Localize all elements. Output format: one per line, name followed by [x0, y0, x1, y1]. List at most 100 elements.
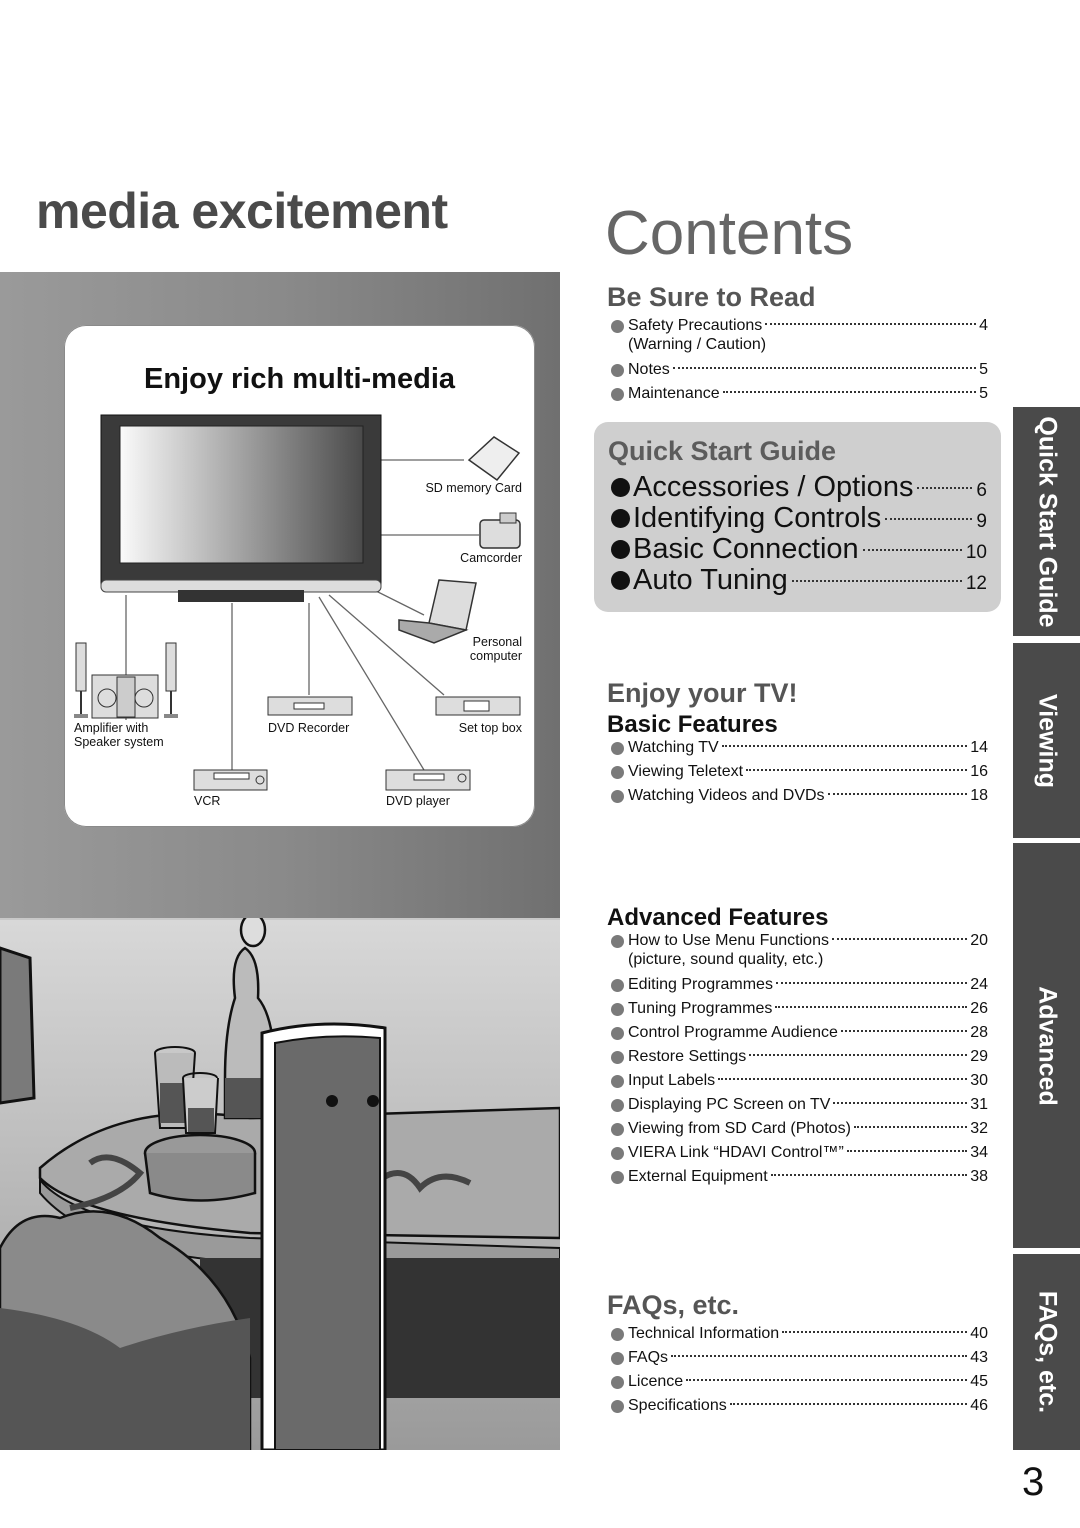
bullet-icon	[611, 978, 624, 992]
page-ref: 43	[970, 1349, 988, 1366]
page-headline: media excitement	[36, 183, 448, 239]
dot-leader	[749, 1054, 968, 1056]
device-label-amp-line2: Speaker system	[74, 735, 164, 749]
page-ref: 10	[965, 542, 987, 563]
page-ref: 38	[970, 1168, 988, 1185]
page-ref: 5	[979, 361, 988, 378]
toc-item[interactable]: Auto Tuning 12	[611, 565, 987, 596]
page-ref: 34	[970, 1144, 988, 1161]
toc-item[interactable]: Viewing from SD Card (Photos) 32	[611, 1117, 988, 1141]
toc-item[interactable]: Notes 5	[611, 358, 988, 382]
toc-item[interactable]: External Equipment 38	[611, 1165, 988, 1189]
bullet-icon	[611, 765, 624, 779]
dot-leader	[729, 1403, 968, 1405]
side-tab-faqs[interactable]: FAQs, etc.	[1013, 1254, 1080, 1450]
device-label-sd-card: SD memory Card	[425, 481, 522, 495]
bullet-icon	[611, 387, 624, 401]
toc-be-sure-to-read: Safety Precautions 4 (Warning / Caution) …	[611, 314, 988, 406]
dot-leader	[917, 487, 973, 489]
bullet-icon	[611, 789, 624, 803]
quick-start-box: Quick Start Guide Accessories / Options 6…	[594, 422, 1001, 612]
bullet-icon	[611, 1146, 624, 1160]
page-ref: 45	[970, 1373, 988, 1390]
laptop-icon	[398, 579, 477, 644]
side-tab-viewing[interactable]: Viewing	[1013, 643, 1080, 838]
toc-quick-start: Accessories / Options 6 Identifying Contr…	[611, 472, 987, 596]
page-ref: 40	[970, 1325, 988, 1342]
bullet-icon	[611, 363, 624, 377]
page-ref: 4	[979, 317, 988, 334]
page-ref: 29	[970, 1048, 988, 1065]
toc-item[interactable]: Displaying PC Screen on TV 31	[611, 1093, 988, 1117]
toc-item-continuation: (picture, sound quality, etc.)	[628, 951, 824, 968]
device-label-camcorder: Camcorder	[460, 551, 522, 565]
toc-item[interactable]: Licence 45	[611, 1370, 988, 1394]
toc-item[interactable]: VIERA Link “HDAVI Control™” 34	[611, 1141, 988, 1165]
multimedia-card: Enjoy rich multi-media SD memory Card Ca…	[64, 325, 535, 827]
device-label-amp-line1: Amplifier with	[74, 721, 149, 735]
page-ref: 28	[970, 1024, 988, 1041]
dot-leader	[846, 1150, 968, 1152]
toc-item[interactable]: Control Programme Audience 28	[611, 1021, 988, 1045]
dot-leader	[721, 745, 968, 747]
bullet-icon	[611, 509, 630, 528]
toc-item-continuation: (Warning / Caution)	[628, 336, 767, 353]
section-heading-quick-start: Quick Start Guide	[608, 436, 837, 466]
toc-advanced-features: How to Use Menu Functions 20 (picture, so…	[611, 929, 988, 1189]
toc-item[interactable]: Basic Connection 10	[611, 534, 987, 565]
side-tab-advanced[interactable]: Advanced	[1013, 843, 1080, 1248]
toc-item[interactable]: FAQs 43	[611, 1346, 988, 1370]
device-label-pc-line1: Personal	[472, 635, 522, 649]
toc-item[interactable]: Accessories / Options 6	[611, 472, 987, 503]
dot-leader	[840, 1030, 968, 1032]
dot-leader	[775, 1006, 968, 1008]
dot-leader	[782, 1331, 968, 1333]
dot-leader	[672, 367, 977, 369]
toc-item[interactable]: Tuning Programmes 26	[611, 997, 988, 1021]
page-ref: 12	[965, 573, 987, 594]
bullet-icon	[611, 319, 624, 333]
tv-icon	[100, 414, 382, 602]
toc-item[interactable]: Watching TV 14	[611, 736, 988, 760]
bullet-icon	[611, 1122, 624, 1136]
section-heading-enjoy-your-tv: Enjoy your TV!	[607, 678, 798, 708]
device-label-dvd-player: DVD player	[386, 794, 450, 808]
device-label-vcr: VCR	[194, 794, 221, 808]
dot-leader	[718, 1078, 968, 1080]
bullet-icon	[611, 741, 624, 755]
bullet-icon	[611, 1074, 624, 1088]
toc-item[interactable]: Editing Programmes 24	[611, 973, 988, 997]
toc-item[interactable]: Maintenance 5	[611, 382, 988, 406]
dot-leader	[765, 323, 977, 325]
dot-leader	[671, 1355, 968, 1357]
sd-card-icon	[467, 436, 521, 482]
toc-item[interactable]: Technical Information 40	[611, 1322, 988, 1346]
dot-leader	[827, 793, 968, 795]
toc-faqs: Technical Information 40 FAQs 43 Licence 45…	[611, 1322, 988, 1418]
toc-item[interactable]: Watching Videos and DVDs 18	[611, 784, 988, 808]
dot-leader	[775, 982, 968, 984]
set-top-box-icon	[435, 696, 521, 716]
dot-leader	[746, 769, 968, 771]
toc-item[interactable]: Input Labels 30	[611, 1069, 988, 1093]
bullet-icon	[611, 1375, 624, 1389]
bullet-icon	[611, 1050, 624, 1064]
dot-leader	[853, 1126, 968, 1128]
toc-item[interactable]: Identifying Controls 9	[611, 503, 987, 534]
bullet-icon	[611, 1399, 624, 1413]
section-heading-faqs: FAQs, etc.	[607, 1290, 740, 1320]
side-tab-quick-start-guide[interactable]: Quick Start Guide	[1013, 407, 1080, 636]
toc-item[interactable]: Viewing Teletext 16	[611, 760, 988, 784]
page-ref: 16	[970, 763, 988, 780]
page-ref: 5	[979, 385, 988, 402]
contents-title: Contents	[605, 199, 854, 268]
wall-frame	[0, 946, 36, 1105]
toc-item[interactable]: Specifications 46	[611, 1394, 988, 1418]
page-ref: 46	[970, 1397, 988, 1414]
dot-leader	[722, 391, 977, 393]
toc-item[interactable]: Restore Settings 29	[611, 1045, 988, 1069]
vcr-icon	[193, 769, 268, 791]
dot-leader	[885, 518, 973, 520]
page-ref: 30	[970, 1072, 988, 1089]
dot-leader	[791, 580, 962, 582]
